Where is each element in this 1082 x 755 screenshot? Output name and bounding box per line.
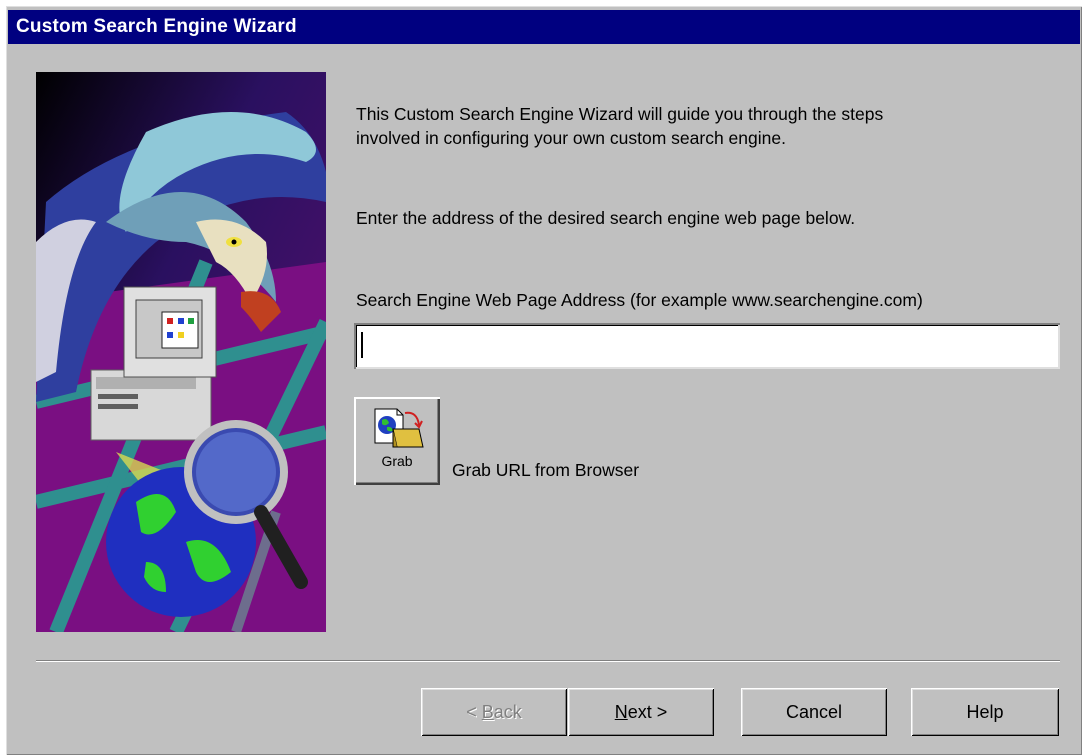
wizard-illustration: [36, 72, 326, 632]
intro-line-1: This Custom Search Engine Wizard will gu…: [356, 104, 884, 124]
search-engine-address-input[interactable]: [354, 323, 1060, 369]
next-button[interactable]: Next >: [568, 688, 714, 736]
grab-url-icon: [374, 408, 424, 448]
grab-description: Grab URL from Browser: [452, 460, 640, 480]
back-button[interactable]: < Back: [421, 688, 567, 736]
footer-separator: [36, 660, 1060, 662]
text-caret: [361, 332, 363, 358]
back-prefix: <: [466, 702, 482, 722]
cancel-button[interactable]: Cancel: [741, 688, 887, 736]
back-rest: ack: [493, 702, 522, 722]
grab-url-button[interactable]: Grab: [354, 397, 440, 485]
title-bar: Custom Search Engine Wizard: [8, 10, 1080, 44]
instruction-text: Enter the address of the desired search …: [356, 208, 856, 228]
next-mnemonic: N: [614, 702, 628, 722]
address-label: Search Engine Web Page Address (for exam…: [356, 290, 923, 310]
illustration-image: [36, 72, 326, 632]
grab-button-label: Grab: [381, 453, 413, 469]
help-button[interactable]: Help: [911, 688, 1059, 736]
next-rest: ext >: [627, 702, 668, 722]
back-mnemonic: B: [481, 702, 494, 722]
intro-line-2: involved in configuring your own custom …: [356, 128, 786, 148]
